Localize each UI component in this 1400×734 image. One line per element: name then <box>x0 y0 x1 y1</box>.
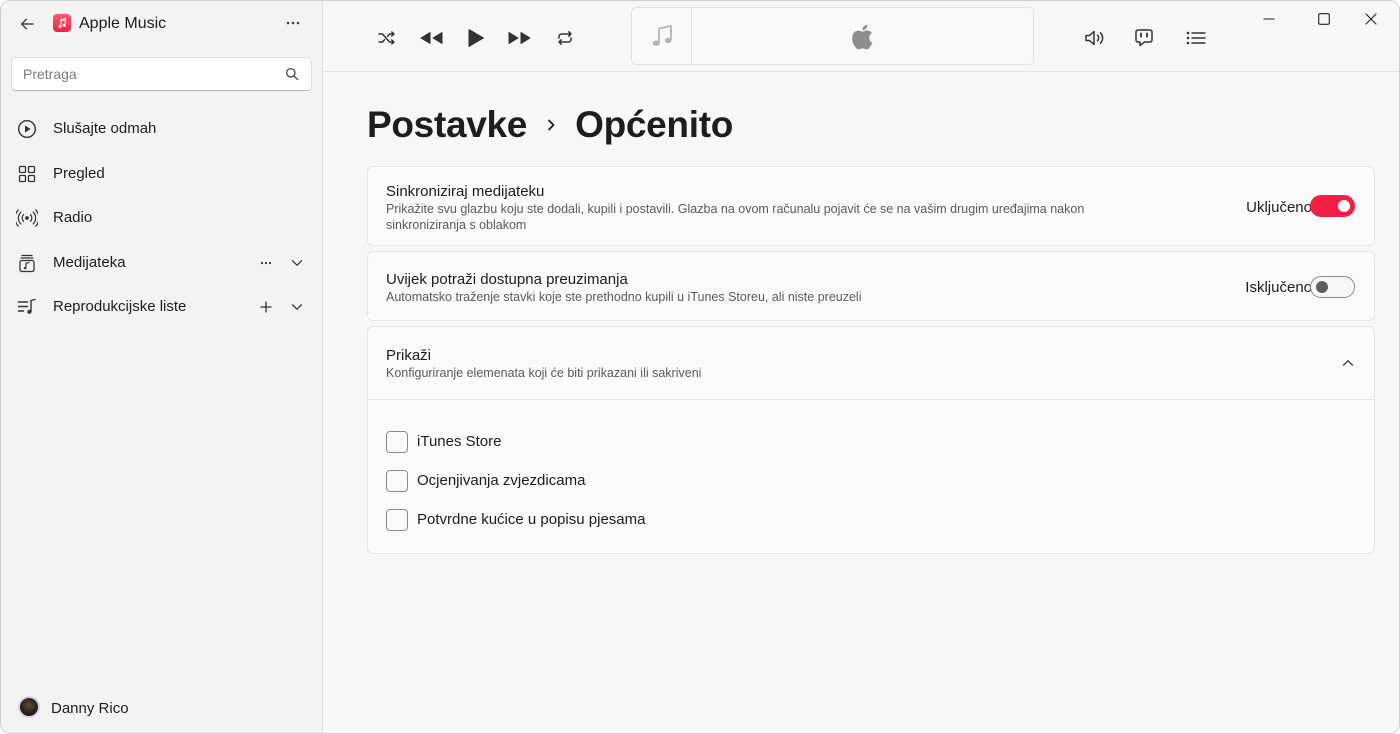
itunes-store-checkbox[interactable] <box>386 431 408 453</box>
maximize-button[interactable] <box>1312 7 1336 31</box>
app-title: Apple Music <box>79 15 167 32</box>
lyrics-button[interactable] <box>1131 25 1157 51</box>
shuffle-icon <box>378 31 395 45</box>
player-bar <box>324 1 1399 72</box>
back-button[interactable] <box>15 12 39 36</box>
apple-logo-icon <box>849 24 875 50</box>
sidebar-item-listen-now[interactable]: Slušajte odmah <box>1 107 323 152</box>
itunes-store-option[interactable]: iTunes Store <box>386 430 786 454</box>
lyrics-icon <box>1135 29 1153 47</box>
search-input[interactable] <box>12 58 282 90</box>
app-window: Apple Music Slušajte odmah Pre <box>0 0 1400 734</box>
setting-description: Prikažite svu glazbu koju ste dodali, ku… <box>386 202 1085 232</box>
setting-description: Konfiguriranje elemenata koji će biti pr… <box>386 366 702 380</box>
sync-library-setting: Sinkroniziraj medijateku Prikažite svu g… <box>367 166 1375 246</box>
setting-title: Uvijek potraži dostupna preuzimanja <box>386 271 628 288</box>
star-ratings-checkbox[interactable] <box>386 470 408 492</box>
grid-icon <box>16 163 38 185</box>
music-note-icon <box>652 25 672 46</box>
sidebar-item-label: Medijateka <box>53 253 126 271</box>
library-more-button[interactable] <box>255 252 277 274</box>
song-list-checkboxes-checkbox[interactable] <box>386 509 408 531</box>
checkbox-label: Potvrdne kućice u popisu pjesama <box>417 511 646 528</box>
playlists-expand-button[interactable] <box>286 296 308 318</box>
play-circle-icon <box>16 118 38 140</box>
minimize-button[interactable] <box>1257 7 1281 31</box>
setting-description: Automatsko traženje stavki koje ste pret… <box>386 290 862 304</box>
chevron-up-icon <box>1342 360 1354 366</box>
now-playing-display <box>631 7 1034 65</box>
more-dots-icon <box>260 261 272 264</box>
star-ratings-option[interactable]: Ocjenjivanja zvjezdicama <box>386 469 786 493</box>
checkbox-label: Ocjenjivanja zvjezdicama <box>417 472 586 489</box>
maximize-icon <box>1318 13 1330 25</box>
repeat-button[interactable] <box>552 25 578 51</box>
show-setting-expander: Prikaži Konfiguriranje elemenata koji će… <box>367 326 1375 554</box>
auto-downloads-toggle[interactable] <box>1310 276 1355 298</box>
previous-icon <box>420 32 443 44</box>
setting-title: Sinkroniziraj medijateku <box>386 183 545 200</box>
checkbox-label: iTunes Store <box>417 433 502 450</box>
toggle-knob <box>1316 281 1328 293</box>
library-icon <box>16 252 38 274</box>
collapse-button[interactable] <box>1338 353 1358 373</box>
sidebar: Apple Music Slušajte odmah Pre <box>1 1 323 733</box>
play-button[interactable] <box>463 25 489 51</box>
sidebar-item-playlists[interactable]: Reprodukcijske liste <box>1 285 323 330</box>
apple-music-logo-icon <box>53 14 71 32</box>
volume-icon <box>1085 30 1104 46</box>
sidebar-item-label: Radio <box>53 209 93 226</box>
divider <box>368 399 1374 400</box>
chevron-right-icon <box>527 103 575 147</box>
sidebar-item-label: Slušajte odmah <box>53 120 157 137</box>
sidebar-item-label: Reprodukcijske liste <box>53 298 187 315</box>
plus-icon <box>260 301 272 313</box>
settings-page: Postavke Općenito Sinkroniziraj medijate… <box>324 73 1399 733</box>
repeat-icon <box>558 31 572 45</box>
next-button[interactable] <box>505 25 535 51</box>
sidebar-item-label: Pregled <box>53 164 105 182</box>
library-expand-button[interactable] <box>286 252 308 274</box>
volume-button[interactable] <box>1082 25 1110 51</box>
radio-waves-icon <box>16 207 38 229</box>
close-icon <box>1365 13 1377 25</box>
song-list-checkboxes-option[interactable]: Potvrdne kućice u popisu pjesama <box>386 508 786 532</box>
shuffle-button[interactable] <box>374 25 400 51</box>
back-arrow-icon <box>20 18 34 30</box>
sidebar-item-library[interactable]: Medijateka <box>1 241 323 286</box>
sidebar-item-browse[interactable]: Pregled <box>1 152 323 197</box>
sidebar-nav: Slušajte odmah Pregled Radio Medijateka <box>1 107 323 330</box>
playlist-icon <box>16 296 38 318</box>
add-playlist-button[interactable] <box>255 296 277 318</box>
toggle-state-label: Isključeno <box>1245 279 1312 296</box>
next-icon <box>508 32 531 44</box>
search-box <box>11 57 312 91</box>
sidebar-item-radio[interactable]: Radio <box>1 196 323 241</box>
queue-icon <box>1186 31 1206 45</box>
previous-button[interactable] <box>416 25 446 51</box>
search-icon[interactable] <box>284 66 300 82</box>
toggle-state-label: Uključeno <box>1246 199 1312 216</box>
page-title: Općenito <box>575 104 734 145</box>
sidebar-header: Apple Music <box>1 1 323 47</box>
more-dots-icon <box>286 21 300 25</box>
breadcrumb: Postavke Općenito <box>367 103 733 147</box>
profile-name: Danny Rico <box>51 700 129 717</box>
profile-button[interactable]: Danny Rico <box>1 689 323 729</box>
auto-downloads-setting: Uvijek potraži dostupna preuzimanja Auto… <box>367 251 1375 321</box>
close-button[interactable] <box>1359 7 1383 31</box>
toggle-knob <box>1338 200 1350 212</box>
queue-button[interactable] <box>1183 25 1209 51</box>
sidebar-more-button[interactable] <box>281 11 305 35</box>
avatar <box>18 696 40 718</box>
play-icon <box>468 29 484 47</box>
chevron-down-icon <box>291 304 303 310</box>
sync-library-toggle[interactable] <box>1310 195 1355 217</box>
minimize-icon <box>1263 18 1275 20</box>
setting-title: Prikaži <box>386 347 432 364</box>
chevron-down-icon <box>291 259 303 266</box>
album-art-placeholder <box>632 8 692 64</box>
breadcrumb-settings[interactable]: Postavke <box>367 104 527 146</box>
